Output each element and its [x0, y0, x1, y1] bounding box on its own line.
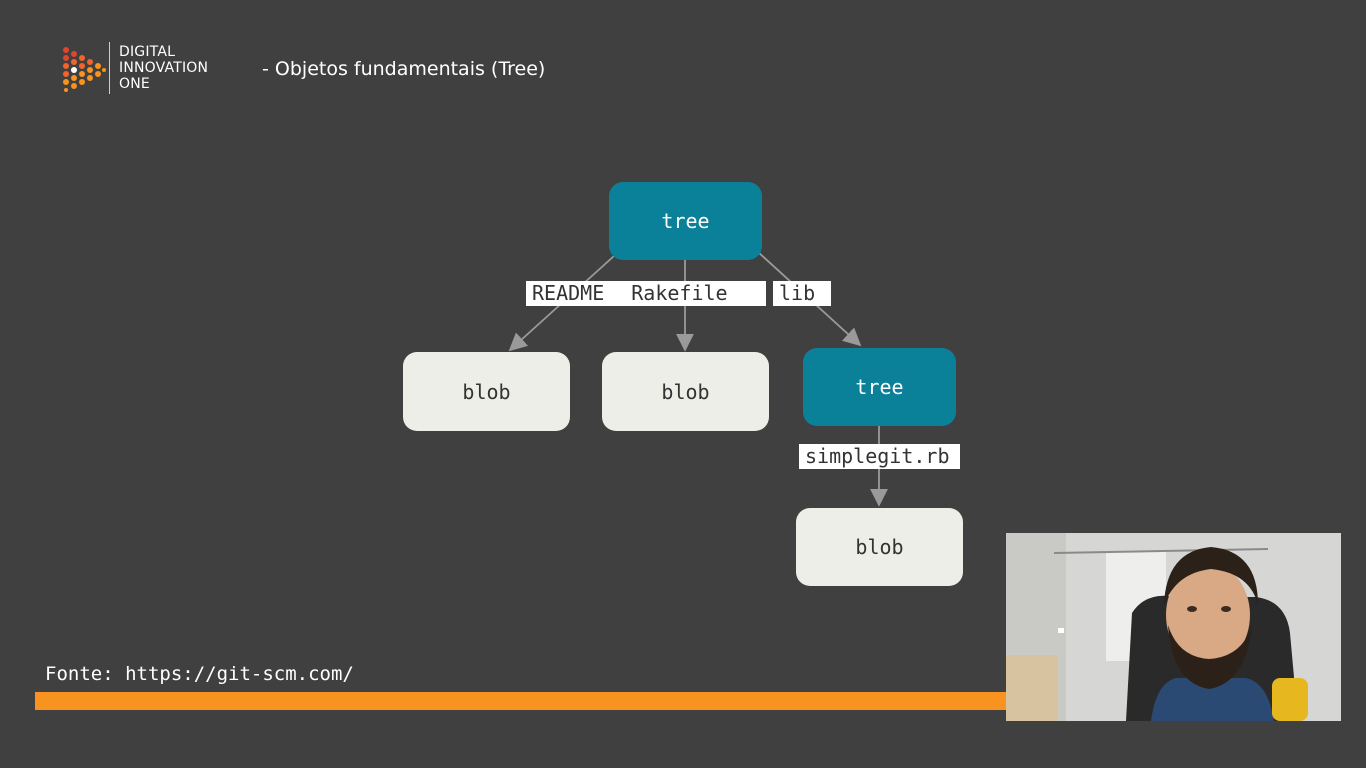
- blob-node-label: blob: [855, 535, 904, 559]
- blob-node-rakefile: blob: [602, 352, 769, 431]
- edge-label-lib: lib: [773, 281, 831, 306]
- edge-label-rakefile: Rakefile: [631, 281, 728, 305]
- blob-node-label: blob: [661, 379, 710, 404]
- edge-label-readme-rakefile: README Rakefile: [526, 281, 766, 306]
- presenter-video-image: [1006, 533, 1341, 721]
- presenter-webcam: [1006, 533, 1341, 721]
- tree-node-label: tree: [855, 375, 904, 399]
- blob-node-simplegit: blob: [796, 508, 963, 586]
- tree-node-label: tree: [661, 209, 710, 233]
- blob-node-readme: blob: [403, 352, 570, 431]
- blob-node-label: blob: [462, 379, 511, 404]
- edge-label-readme: README: [532, 281, 605, 305]
- tree-node-lib: tree: [803, 348, 956, 426]
- tree-node-root: tree: [609, 182, 762, 260]
- source-citation: Fonte: https://git-scm.com/: [45, 663, 354, 685]
- edge-label-simplegit: simplegit.rb: [799, 444, 960, 469]
- accent-bar: [35, 692, 1007, 710]
